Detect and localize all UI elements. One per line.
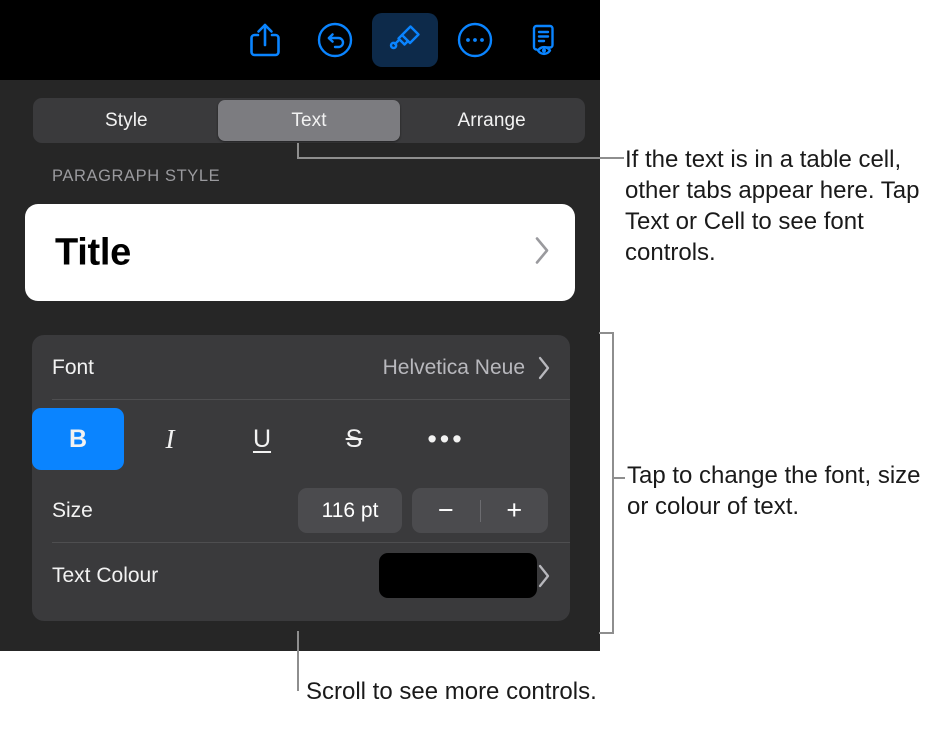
callout-bracket-font-top [599,332,614,334]
text-colour-swatch[interactable] [379,553,537,598]
chevron-right-icon [537,563,570,589]
bold-button[interactable]: B [32,408,124,470]
format-brush-button[interactable] [372,13,438,67]
format-inspector-panel: Style Text Arrange PARAGRAPH STYLE Title… [0,0,600,651]
top-toolbar [0,0,600,80]
undo-button[interactable] [302,13,368,67]
paragraph-style-value: Title [55,231,131,273]
callout-leader-font-tick [612,477,625,479]
document-view-button[interactable] [512,13,578,67]
callout-tabs-note: If the text is in a table cell, other ta… [625,146,920,266]
more-options-button[interactable] [442,13,508,67]
more-text-styles-button[interactable]: ••• [400,408,492,470]
font-value: Helvetica Neue [382,355,525,379]
callout-leader-scroll [297,631,299,691]
strikethrough-button[interactable]: S [308,408,400,470]
font-label: Font [52,355,95,379]
callout-font-note: Tap to change the font, size or colour o… [627,462,921,520]
tab-arrange[interactable]: Arrange [400,100,583,141]
chevron-right-icon [534,235,551,270]
more-options-icon [456,21,494,59]
size-input[interactable]: 116 pt [298,488,402,533]
text-colour-label: Text Colour [52,563,159,587]
paragraph-style-section-label: PARAGRAPH STYLE [52,167,221,185]
text-colour-row[interactable]: Text Colour [32,543,570,608]
font-controls-card: Font Helvetica Neue B I U S ••• Size 116… [32,335,570,621]
callout-scroll-note: Scroll to see more controls. [306,678,597,705]
size-stepper: − + [412,488,548,533]
callout-leader-tabs-horizontal [297,157,624,159]
undo-icon [316,21,354,59]
italic-button[interactable]: I [124,408,216,470]
format-brush-icon [386,21,424,59]
font-row[interactable]: Font Helvetica Neue [32,335,570,400]
callout-bracket-font-vertical [612,332,614,634]
share-icon [248,22,282,58]
size-decrement-button[interactable]: − [412,497,480,524]
underline-button[interactable]: U [216,408,308,470]
tab-style[interactable]: Style [35,100,218,141]
document-view-icon [526,21,564,59]
size-increment-button[interactable]: + [481,497,549,524]
text-style-buttons-row: B I U S ••• [32,400,570,478]
chevron-right-icon [537,355,570,381]
inspector-tabs: Style Text Arrange [33,98,585,143]
size-label: Size [52,498,93,522]
share-button[interactable] [232,13,298,67]
size-row: Size 116 pt − + [32,478,570,543]
tab-text[interactable]: Text [217,100,401,141]
callout-bracket-font-bottom [599,632,614,634]
paragraph-style-button[interactable]: Title [25,204,575,301]
